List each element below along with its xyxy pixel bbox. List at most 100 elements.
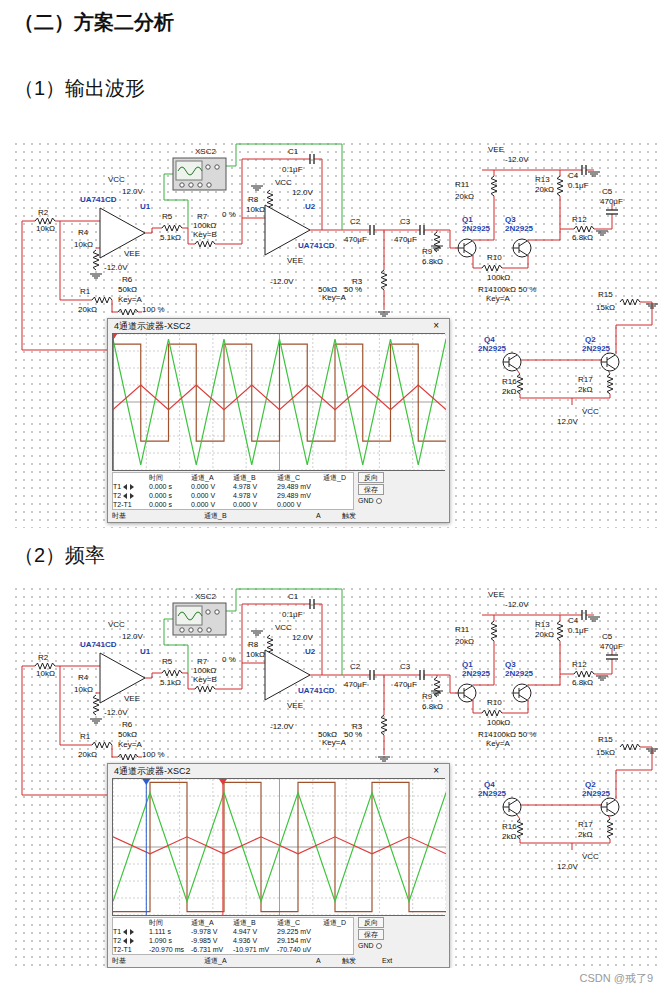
wire (215, 663, 265, 689)
wire (473, 700, 482, 713)
scope-button[interactable]: 保存 (358, 929, 384, 940)
readout-row: T11.111 s-9.978 V4.947 V29.225 mV (113, 927, 353, 936)
component-label: 15kΩ (596, 748, 615, 757)
component-label: R16 (502, 822, 517, 831)
column-header: 通道_A (191, 918, 233, 927)
transistor (458, 684, 476, 702)
control-strip: 时基通道_AA触发Ext (108, 955, 449, 967)
capacitor (606, 210, 618, 214)
readout-panel: 时间通道_A通道_B通道_C通道_DT11.111 s-9.978 V4.947… (108, 916, 449, 955)
waveform-trace (113, 385, 446, 410)
component-label: 12.0V (557, 862, 579, 871)
cursor[interactable] (113, 334, 117, 470)
wire (517, 370, 520, 374)
component-label: 12.0V (292, 633, 314, 642)
component-label: R7 (197, 212, 208, 221)
cursor-arrows-icon[interactable] (123, 929, 134, 935)
component-label: R4 (78, 673, 89, 682)
column-header: 通道_B (233, 473, 277, 482)
component-label: 50 % (344, 730, 362, 739)
ground-option[interactable]: GND (358, 941, 384, 950)
close-button[interactable]: × (429, 320, 443, 332)
component-label: R11 (455, 625, 470, 634)
readout-cell: -9.978 V (191, 927, 233, 936)
transistor (513, 684, 531, 702)
component-label: R17 (578, 820, 593, 829)
component-label: 20kΩ (535, 630, 554, 639)
scope-button[interactable]: 反向 (358, 917, 384, 928)
resistor (434, 677, 440, 697)
component-label: 5.1kΩ (160, 233, 181, 242)
ground-icon (596, 676, 608, 680)
circuit-screenshot: VCC12.0VUA741CDU1VEE-12.0VR210kΩR410kΩR1… (12, 585, 660, 968)
component-label: 20kΩ (535, 185, 554, 194)
readout-panel: 时间通道_A通道_B通道_C通道_DT10.000 s0.000 V4.978 … (108, 471, 449, 510)
component-label: R15 (598, 290, 613, 299)
readout-cell: 4.978 V (233, 491, 277, 500)
wire (473, 255, 482, 268)
wire (314, 159, 322, 230)
component-label: 0.1μF (568, 626, 589, 635)
oscilloscope-icon[interactable] (173, 603, 226, 635)
component-label: VEE (287, 256, 303, 265)
component-label: C1 (288, 592, 299, 601)
cursor-arrows-icon[interactable] (123, 493, 134, 499)
wire (384, 290, 385, 310)
wire (594, 214, 612, 229)
component-label: C3 (400, 662, 411, 671)
section-heading: （二）方案二分析 (0, 8, 663, 36)
column-header: 通道_D (323, 918, 353, 927)
component-label: 50 % (344, 285, 362, 294)
ground-icon (90, 274, 102, 278)
wire (310, 675, 370, 676)
cursor[interactable] (142, 779, 150, 915)
readout-cell: 4.978 V (233, 482, 277, 491)
component-label: C1 (288, 147, 299, 156)
oscilloscope-window[interactable]: 4通道示波器-XSC2×时间通道_A通道_B通道_C通道_DT10.000 s0… (107, 318, 450, 523)
control-label: A (316, 511, 342, 521)
resistor (517, 819, 523, 839)
component-label: 2N2925 (582, 344, 611, 353)
component-label: 12.0V (292, 188, 314, 197)
component-label: Key=A (486, 739, 510, 748)
cursor-arrows-icon[interactable] (123, 938, 134, 944)
component-label: Key=B (193, 230, 217, 239)
component-label: 0 % (222, 655, 236, 664)
scope-screen (113, 334, 446, 470)
column-header: 通道_C (277, 473, 323, 482)
control-label: 时基 (112, 511, 204, 521)
component-label: R1 (80, 732, 91, 741)
wire (560, 170, 561, 176)
control-strip: 时基通道_BA触发 (108, 510, 449, 522)
readout-cell: 0.000 V (191, 491, 233, 500)
readout-cell: -6.731 mV (191, 945, 233, 954)
close-button[interactable]: × (429, 765, 443, 777)
component-label: 0.1μF (282, 610, 303, 619)
readout-cell: 4.947 V (233, 927, 277, 936)
capacitor (582, 165, 586, 175)
component-label: R9 (422, 692, 433, 701)
cursor[interactable] (219, 779, 227, 915)
column-header: 通道_C (277, 918, 323, 927)
cursor[interactable] (113, 334, 117, 470)
component-label: Q4 (484, 335, 495, 344)
component-label: 470μF (600, 642, 623, 651)
readout-cell: 29.225 mV (277, 927, 323, 936)
capacitor (310, 154, 314, 164)
component-label: Q3 (505, 215, 516, 224)
subsection-heading: （1）输出波形 (0, 74, 663, 102)
component-label: 12.0V (122, 187, 144, 196)
component-label: XSC2 (195, 147, 216, 156)
oscilloscope-window[interactable]: 4通道示波器-XSC2×时间通道_A通道_B通道_C通道_DT11.111 s-… (107, 763, 450, 968)
component-label: R10 (487, 253, 502, 262)
component-label: R14100kΩ 50 % (478, 285, 536, 294)
scope-button[interactable]: 保存 (358, 484, 384, 495)
wire (572, 843, 573, 850)
scope-button[interactable]: 反向 (358, 472, 384, 483)
oscilloscope-icon[interactable] (173, 158, 226, 190)
cursor-arrows-icon[interactable] (123, 484, 134, 490)
ground-option[interactable]: GND (358, 496, 384, 505)
component-label: 10kΩ (246, 205, 265, 214)
component-label: 470μF (600, 197, 623, 206)
component-label: C4 (568, 616, 579, 625)
